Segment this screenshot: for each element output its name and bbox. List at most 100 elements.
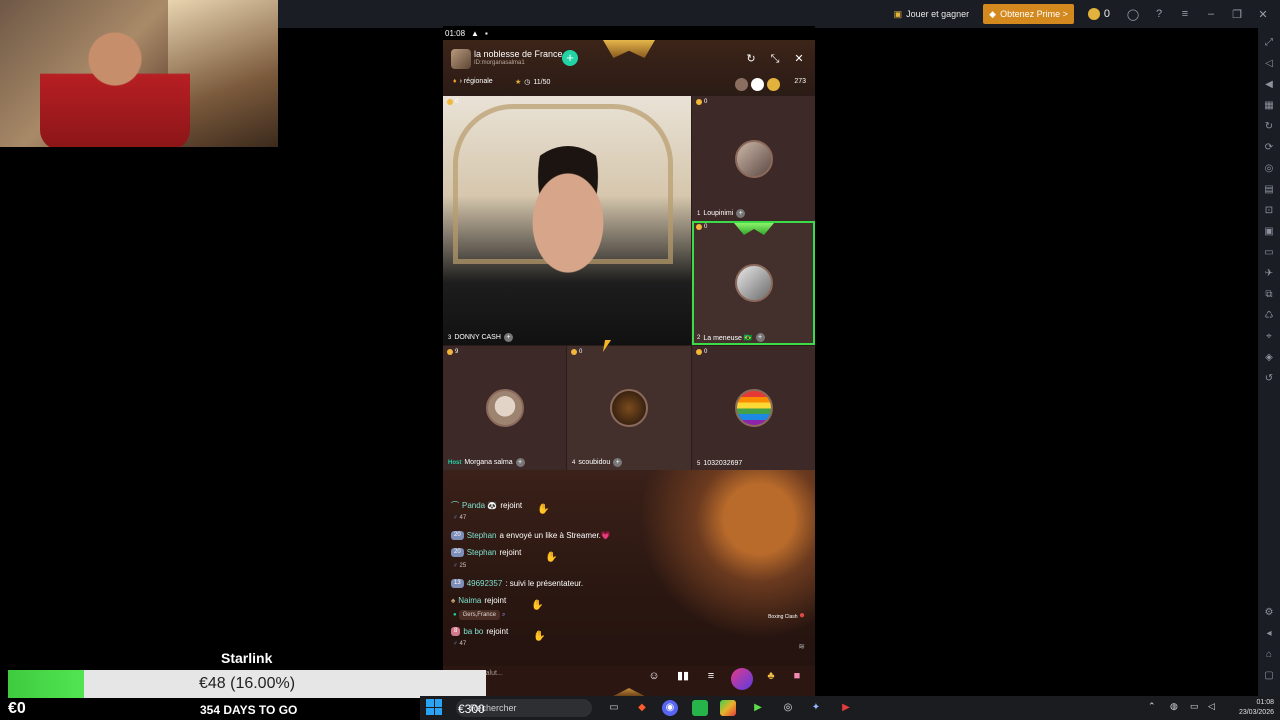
location-icon[interactable]: ⌖ bbox=[1262, 330, 1276, 344]
youtube-icon[interactable]: ▶ bbox=[838, 700, 854, 716]
seat-host[interactable]: 9 Host Morgana salma + bbox=[443, 346, 566, 470]
warning-icon: ▲ bbox=[471, 28, 479, 38]
add-friend-icon[interactable]: + bbox=[515, 458, 525, 467]
wifi-icon: ≋ bbox=[798, 642, 805, 651]
viewer-count[interactable]: 273 bbox=[794, 78, 806, 85]
windows-start-icon[interactable] bbox=[426, 699, 442, 715]
minimize-icon[interactable]: – bbox=[1202, 5, 1220, 23]
seat-score: 0 bbox=[696, 224, 707, 230]
volume-icon[interactable]: ◁ bbox=[1208, 701, 1215, 712]
seat-1[interactable]: 0 1 Loupinimi + bbox=[692, 96, 815, 221]
gem-icon bbox=[571, 349, 577, 355]
prime-button[interactable]: ◆ Obtenez Prime > bbox=[983, 4, 1074, 24]
boxing-clash-game[interactable]: Boxing Clash ● bbox=[768, 610, 805, 621]
mute-icon[interactable]: ◀ bbox=[1262, 78, 1276, 92]
seat-video-3[interactable]: 0 3 DONNY CASH + bbox=[443, 96, 691, 345]
recents-icon[interactable]: ▢ bbox=[1262, 669, 1276, 683]
eco-icon[interactable]: ♺ bbox=[1262, 309, 1276, 323]
play-earn-button[interactable]: ▣ Jouer et gagner bbox=[888, 7, 976, 22]
folder-icon[interactable]: ▭ bbox=[1262, 246, 1276, 260]
chat-sub: ♂ 47 bbox=[453, 515, 467, 521]
chat-sub: ♂ 25 bbox=[453, 563, 467, 569]
copy-icon[interactable]: ⧉ bbox=[1262, 288, 1276, 302]
keyboard-icon[interactable]: ▦ bbox=[1262, 99, 1276, 113]
webcam-feed bbox=[0, 0, 278, 147]
chevron-up-icon[interactable]: ⌃ bbox=[1148, 701, 1156, 712]
games-icon[interactable] bbox=[731, 668, 753, 690]
wave-icon: ✋ bbox=[545, 552, 558, 563]
seat-name: 4 scoubidou + bbox=[572, 458, 623, 467]
network-icon[interactable]: ▭ bbox=[1190, 701, 1199, 712]
media-icon[interactable]: ▶ bbox=[750, 700, 766, 716]
add-friend-icon[interactable]: + bbox=[736, 209, 746, 218]
room-header: la noblesse de France ID:morganasalma1 +… bbox=[443, 40, 815, 96]
chat-area: ⌒ Panda 🐼 rejoint ♂ 47 ✋ 20 Stephan a env… bbox=[443, 470, 815, 666]
volume-icon[interactable]: ◁ bbox=[1262, 57, 1276, 71]
record-icon[interactable]: ▣ bbox=[1262, 225, 1276, 239]
expand-icon[interactable]: ⤢ bbox=[1262, 36, 1276, 50]
steam-icon[interactable]: ✦ bbox=[808, 700, 824, 716]
layers-icon[interactable]: ◈ bbox=[1262, 351, 1276, 365]
region-tag[interactable]: ♦ › régionale bbox=[453, 78, 493, 85]
spreadsheet-icon[interactable] bbox=[692, 700, 708, 716]
emoji-icon[interactable]: ☺ bbox=[646, 668, 662, 684]
seat-2[interactable]: 0 2 La meneuse 🇧🇷 + bbox=[692, 221, 815, 345]
chat-message[interactable]: 13 49692357 : suivi le présentateur. bbox=[451, 579, 583, 588]
audio-icon[interactable]: ▮▮ bbox=[675, 668, 691, 684]
status-bar: 01:08 ▲ ▪ bbox=[443, 26, 815, 40]
add-friend-icon[interactable]: + bbox=[613, 458, 623, 467]
brave-icon[interactable]: ◆ bbox=[634, 700, 650, 716]
add-friend-icon[interactable]: + bbox=[503, 333, 513, 342]
viewer-avatars[interactable] bbox=[735, 78, 780, 91]
seat-name: 2 La meneuse 🇧🇷 + bbox=[697, 333, 765, 342]
badge-icon: ⌒ bbox=[451, 501, 459, 510]
refresh-icon[interactable]: ↺ bbox=[1262, 372, 1276, 386]
apk-icon[interactable]: ▤ bbox=[1262, 183, 1276, 197]
close-room-icon[interactable]: ✕ bbox=[792, 52, 806, 66]
chat-message[interactable]: 20 Stephan a envoyé un like à Streamer.💗 bbox=[451, 531, 611, 540]
chat-message[interactable]: 20 Stephan rejoint bbox=[451, 548, 521, 557]
home-icon[interactable]: ⌂ bbox=[1262, 648, 1276, 662]
obs-icon[interactable]: ◎ bbox=[780, 700, 796, 716]
settings-icon[interactable]: ⚙ bbox=[1262, 606, 1276, 620]
seat-5[interactable]: 0 5 1032032697 bbox=[692, 346, 815, 470]
male-icon: ♂ bbox=[453, 563, 458, 569]
restore-icon[interactable]: ❐ bbox=[1228, 5, 1246, 23]
taskbar-clock[interactable]: 01:08 23/03/2026 bbox=[1239, 698, 1274, 718]
rotate-icon[interactable]: ↻ bbox=[1262, 120, 1276, 134]
prime-icon: ◆ bbox=[989, 8, 997, 19]
chat-message[interactable]: ♠ Naima rejoint bbox=[451, 596, 506, 605]
seat-4[interactable]: 0 4 scoubidou + bbox=[567, 346, 691, 470]
close-icon[interactable]: ✕ bbox=[1254, 5, 1272, 23]
chat-message[interactable]: 8 ba bo rejoint bbox=[451, 627, 508, 636]
viewer-avatar bbox=[767, 78, 780, 91]
airplane-icon[interactable]: ✈ bbox=[1262, 267, 1276, 281]
help-icon[interactable]: ? bbox=[1150, 5, 1168, 23]
back-icon[interactable]: ◂ bbox=[1262, 627, 1276, 641]
taskbar: Rechercher ▭ ◆ ◉ ▶ ◎ ✦ ▶ ⌃ ◍ ▭ ◁ 01:08 2… bbox=[420, 696, 1280, 720]
sync-icon[interactable]: ⟳ bbox=[1262, 141, 1276, 155]
chat-message[interactable]: ⌒ Panda 🐼 rejoint bbox=[451, 500, 522, 511]
gift-icon[interactable]: ■ bbox=[789, 668, 805, 684]
task-view-icon[interactable]: ▭ bbox=[606, 700, 622, 716]
chat-sub: ♂ 47 bbox=[453, 641, 467, 647]
mouse-cursor bbox=[602, 340, 618, 352]
mic-icon[interactable]: ◍ bbox=[1170, 701, 1178, 712]
discord-icon[interactable]: ◉ bbox=[662, 700, 678, 716]
add-friend-icon[interactable]: + bbox=[755, 333, 765, 342]
room-avatar[interactable] bbox=[451, 49, 471, 69]
rank-tag[interactable]: ★ ◷ 11/50 bbox=[515, 78, 550, 87]
notification-icon: ▪ bbox=[484, 28, 488, 38]
screenshot-icon[interactable]: ⊡ bbox=[1262, 204, 1276, 218]
room-title: la noblesse de France bbox=[474, 49, 563, 59]
menu-icon[interactable]: ≡ bbox=[703, 668, 719, 684]
gamepad-icon[interactable]: ◎ bbox=[1262, 162, 1276, 176]
star-badge-icon: ★ bbox=[515, 79, 522, 86]
bluestacks-icon[interactable] bbox=[720, 700, 736, 716]
menu-icon[interactable]: ≡ bbox=[1176, 5, 1194, 23]
follow-button[interactable]: + bbox=[562, 50, 578, 66]
gift-bag-icon[interactable]: ♣ bbox=[763, 668, 779, 684]
minimize-room-icon[interactable]: ⤡ bbox=[768, 52, 782, 66]
account-icon[interactable]: ◯ bbox=[1124, 5, 1142, 23]
share-icon[interactable]: ↻ bbox=[744, 52, 758, 66]
